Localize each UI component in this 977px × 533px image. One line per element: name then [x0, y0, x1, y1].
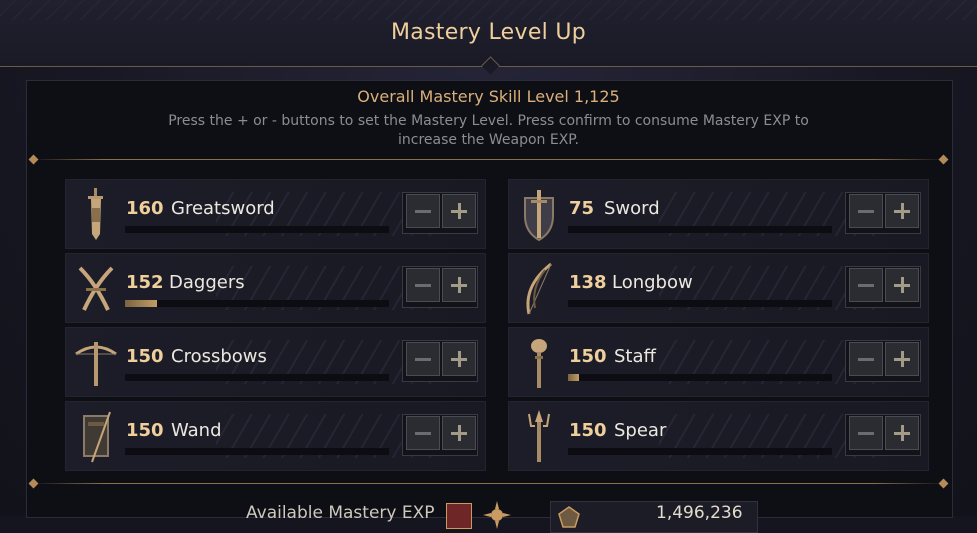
- weapon-name: Crossbows: [171, 346, 267, 367]
- page-title: Mastery Level Up: [390, 20, 587, 45]
- staff-icon: [531, 339, 547, 388]
- weapon-level: 138: [569, 272, 607, 293]
- weapon-level: 150: [569, 346, 607, 367]
- decrease-level-button[interactable]: [849, 194, 883, 228]
- weapon-card-sword: 75 Sword: [508, 179, 929, 249]
- increase-level-button[interactable]: [442, 268, 476, 302]
- weapon-name: Staff: [614, 346, 656, 367]
- longbow-icon: [526, 262, 552, 315]
- weapon-exp-bar: [568, 300, 832, 307]
- increase-level-button[interactable]: [442, 342, 476, 376]
- decrease-level-button[interactable]: [406, 194, 440, 228]
- increase-level-button[interactable]: [885, 416, 919, 450]
- exp-scroll-icon: [446, 503, 472, 529]
- weapon-level: 75: [569, 198, 595, 219]
- weapon-exp-bar: [125, 300, 389, 307]
- weapon-card-wand: 150 Wand: [65, 401, 486, 471]
- weapon-level: 150: [126, 420, 164, 441]
- weapon-exp-fill: [125, 300, 157, 307]
- increase-level-button[interactable]: [885, 194, 919, 228]
- weapon-exp-bar: [125, 226, 389, 233]
- decrease-level-button[interactable]: [849, 342, 883, 376]
- decrease-level-button[interactable]: [406, 342, 440, 376]
- weapon-name: Sword: [604, 198, 660, 219]
- weapon-exp-fill: [568, 374, 579, 381]
- weapon-card-spear: 150 Spear: [508, 401, 929, 471]
- bottom-divider: [30, 483, 947, 484]
- weapon-level: 150: [569, 420, 607, 441]
- increase-level-button[interactable]: [885, 342, 919, 376]
- spear-icon: [528, 410, 550, 462]
- available-exp-value: 1,496,236: [656, 503, 743, 523]
- weapon-name: Greatsword: [171, 198, 275, 219]
- sun-emblem-icon: [483, 501, 511, 529]
- decrease-level-button[interactable]: [406, 416, 440, 450]
- weapon-card-greatsword: 160 Greatsword: [65, 179, 486, 249]
- weapon-name: Wand: [171, 420, 222, 441]
- crossbow-icon: [75, 342, 117, 386]
- game-window: Mastery Level Up Overall Mastery Skill L…: [0, 0, 977, 533]
- weapon-name: Longbow: [612, 272, 693, 293]
- weapon-level: 152: [126, 272, 164, 293]
- header-pattern: [0, 0, 977, 20]
- weapon-name: Daggers: [169, 272, 245, 293]
- weapon-card-crossbows: 150 Crossbows: [65, 327, 486, 397]
- increase-level-button[interactable]: [885, 268, 919, 302]
- sword-shield-icon: [524, 190, 554, 242]
- weapon-exp-bar: [125, 374, 389, 381]
- weapon-card-staff: 150 Staff: [508, 327, 929, 397]
- weapon-exp-bar: [568, 374, 832, 381]
- weapon-level: 150: [126, 346, 164, 367]
- decrease-level-button[interactable]: [849, 268, 883, 302]
- increase-level-button[interactable]: [442, 194, 476, 228]
- weapon-exp-bar: [568, 226, 832, 233]
- weapon-name: Spear: [614, 420, 667, 441]
- top-divider: [30, 159, 947, 160]
- weapon-card-daggers: 152 Daggers: [65, 253, 486, 323]
- exp-currency-icon: [558, 506, 580, 528]
- overall-mastery-level: Overall Mastery Skill Level 1,125: [357, 87, 620, 106]
- instructions-text: Press the + or - buttons to set the Mast…: [168, 113, 809, 148]
- greatsword-icon: [88, 188, 103, 240]
- weapon-exp-bar: [568, 448, 832, 455]
- daggers-icon: [78, 266, 114, 311]
- weapon-exp-bar: [125, 448, 389, 455]
- wand-tome-icon: [83, 411, 111, 463]
- increase-level-button[interactable]: [442, 416, 476, 450]
- available-exp-label: Available Mastery EXP: [246, 503, 435, 523]
- decrease-level-button[interactable]: [849, 416, 883, 450]
- decrease-level-button[interactable]: [406, 268, 440, 302]
- weapon-card-longbow: 138 Longbow: [508, 253, 929, 323]
- weapon-level: 160: [126, 198, 164, 219]
